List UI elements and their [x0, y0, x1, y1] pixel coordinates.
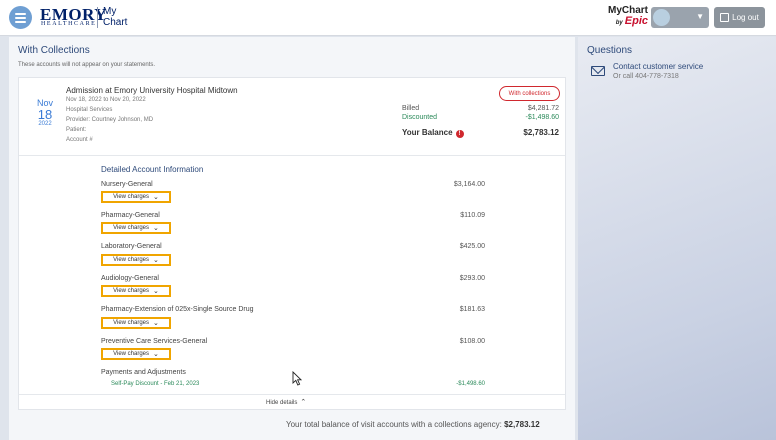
chevron-down-icon: ⌄ [153, 351, 159, 358]
section-subtitle: These accounts will not appear on your s… [18, 62, 156, 68]
visit-provider: Provider: Courtney Johnson, MD [66, 117, 154, 123]
charge-line-amount: $293.00 [459, 275, 485, 282]
logo-divider [97, 7, 98, 28]
avatar [653, 9, 670, 26]
logout-icon [720, 13, 730, 22]
chevron-down-icon: ⌄ [153, 288, 159, 295]
payment-amount: -$1,498.60 [456, 381, 485, 387]
view-charges-button[interactable]: View charges ⌄ [101, 348, 171, 360]
mouse-cursor-icon [292, 371, 302, 386]
detail-title: Detailed Account Information [101, 165, 204, 174]
charge-line-amount: $108.00 [459, 338, 485, 345]
section-title: With Collections [18, 45, 90, 56]
visit-year: 2022 [38, 121, 52, 127]
mail-icon [591, 66, 605, 76]
balance-value: $2,783.12 [523, 128, 559, 137]
card-footer: Hide details ⌃ [19, 394, 565, 410]
contact-phone: Or call 404-778-7318 [613, 73, 679, 80]
charge-line-amount: $181.63 [459, 306, 485, 313]
billed-value: $4,281.72 [527, 105, 559, 112]
chevron-down-icon: ▼ [696, 12, 704, 21]
payment-line: Self-Pay Discount - Feb 21, 2023 [111, 381, 200, 387]
charge-line-name: Pharmacy-General [101, 212, 160, 219]
collections-total-value: $2,783.12 [504, 420, 540, 429]
mychart-by-epic-logo: MyChart by Epic [608, 5, 649, 27]
charge-line-amount: $110.09 [460, 212, 485, 219]
discounted-value: -$1,498.60 [525, 114, 559, 121]
balance-label: Your Balance! [402, 128, 464, 138]
visit-title: Admission at Emory University Hospital M… [66, 86, 238, 95]
visit-card: Nov 18 2022 Admission at Emory Universit… [18, 77, 566, 410]
charge-line-name: Nursery-General [101, 181, 153, 188]
chevron-down-icon: ⌄ [153, 320, 159, 327]
visit-account: Account # [66, 137, 93, 143]
discounted-label: Discounted [402, 114, 438, 121]
charge-line-amount: $3,164.00 [453, 181, 485, 188]
contact-customer-service-link[interactable]: Contact customer service [613, 62, 703, 71]
visit-summary: Nov 18 2022 Admission at Emory Universit… [19, 78, 565, 156]
view-charges-button[interactable]: View charges ⌄ [101, 222, 171, 234]
hide-details-button[interactable]: Hide details ⌃ [266, 398, 306, 406]
collections-badge: With collections [499, 86, 560, 101]
charge-line-amount: $425.00 [459, 243, 485, 250]
chevron-up-icon: ⌃ [300, 399, 307, 406]
visit-patient: Patient: [66, 127, 87, 133]
billed-label: Billed [402, 105, 420, 112]
questions-panel [578, 37, 776, 440]
top-header: EMORY HEALTHCARE My Chart MyChart by Epic… [0, 0, 776, 36]
visit-day: 18 [37, 107, 53, 122]
alert-icon[interactable]: ! [455, 130, 464, 138]
chevron-down-icon: ⌄ [153, 225, 159, 232]
menu-icon[interactable] [9, 6, 32, 29]
logout-button[interactable]: Log out [714, 7, 765, 28]
charge-line-name: Preventive Care Services-General [101, 338, 208, 345]
emory-logo-subtitle: HEALTHCARE [41, 21, 97, 27]
view-charges-button[interactable]: View charges ⌄ [101, 285, 171, 297]
charge-line-name: Laboratory-General [101, 243, 162, 250]
visit-service: Hospital Services [66, 107, 113, 113]
charge-line-name: Audiology-General [101, 275, 159, 282]
view-charges-button[interactable]: View charges ⌄ [101, 317, 171, 329]
payments-title: Payments and Adjustments [101, 369, 186, 376]
view-charges-button[interactable]: View charges ⌄ [101, 254, 171, 266]
questions-title: Questions [587, 45, 633, 56]
account-switcher[interactable]: ▼ [651, 7, 709, 28]
mychart-logo: My Chart [103, 6, 128, 28]
chevron-down-icon: ⌄ [153, 194, 159, 201]
view-charges-button[interactable]: View charges ⌄ [101, 191, 171, 203]
charge-line-name: Pharmacy-Extension of 025x-Single Source… [101, 306, 254, 313]
chevron-down-icon: ⌄ [153, 257, 159, 264]
collections-total: Your total balance of visit accounts wit… [286, 420, 540, 429]
visit-dates: Nov 18, 2022 to Nov 20, 2022 [66, 97, 146, 103]
